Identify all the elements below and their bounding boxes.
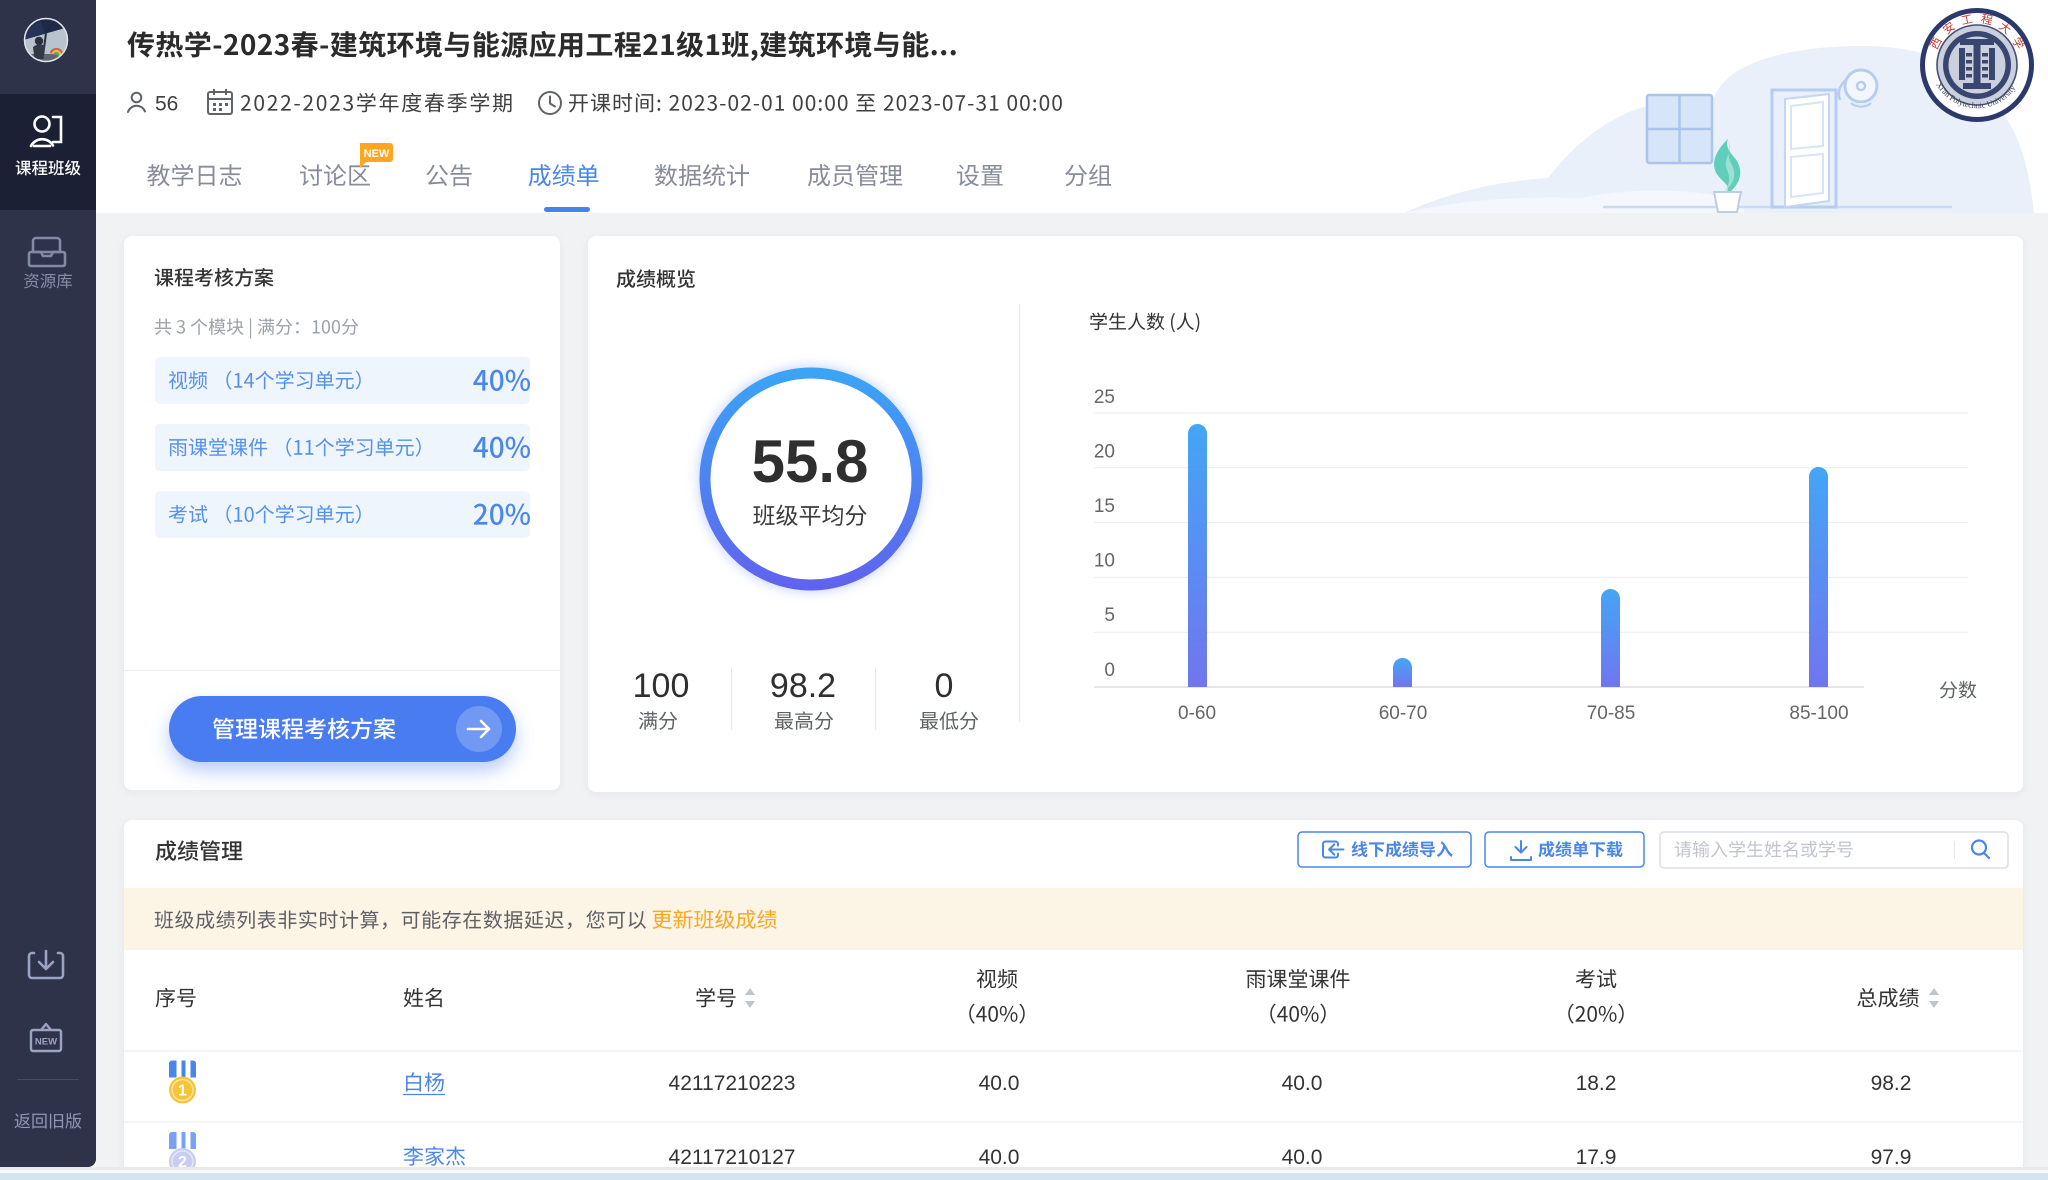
svg-text:56: 56	[155, 93, 178, 116]
svg-text:98.2: 98.2	[1871, 1072, 1912, 1095]
svg-text:1: 1	[178, 1083, 187, 1100]
svg-text:85-100: 85-100	[1789, 703, 1848, 724]
svg-text:25: 25	[1094, 387, 1115, 408]
svg-text:42117210223: 42117210223	[669, 1072, 796, 1095]
svg-text:NEW: NEW	[364, 148, 390, 160]
svg-text:40.0: 40.0	[1282, 1146, 1323, 1169]
svg-text:70-85: 70-85	[1587, 703, 1636, 724]
svg-text:10: 10	[1094, 551, 1115, 572]
svg-text:97.9: 97.9	[1871, 1146, 1912, 1169]
svg-text:40.0: 40.0	[1282, 1072, 1323, 1095]
svg-text:15: 15	[1094, 496, 1115, 517]
svg-text:NEW: NEW	[35, 1037, 57, 1048]
svg-text:0: 0	[1104, 660, 1115, 681]
svg-text:60-70: 60-70	[1379, 703, 1428, 724]
svg-text:18.2: 18.2	[1576, 1072, 1617, 1095]
svg-text:20: 20	[1094, 441, 1115, 462]
svg-text:0-60: 0-60	[1178, 703, 1216, 724]
svg-text:0: 0	[935, 667, 954, 705]
svg-text:55.8: 55.8	[752, 428, 869, 495]
svg-text:42117210127: 42117210127	[669, 1146, 796, 1169]
svg-text:40.0: 40.0	[979, 1146, 1020, 1169]
svg-text:40.0: 40.0	[979, 1072, 1020, 1095]
svg-text:5: 5	[1104, 605, 1115, 626]
svg-text:100: 100	[633, 667, 690, 705]
svg-text:98.2: 98.2	[770, 667, 836, 705]
svg-text:17.9: 17.9	[1576, 1146, 1617, 1169]
